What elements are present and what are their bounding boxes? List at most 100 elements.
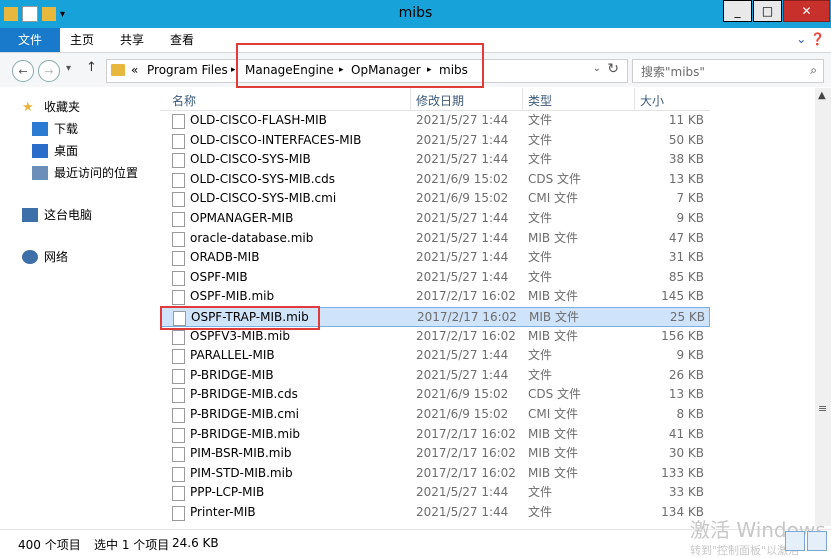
tiles-view-icon[interactable] — [807, 531, 827, 551]
breadcrumb-manageengine[interactable]: ManageEngine — [245, 63, 334, 77]
tab-file[interactable]: 文件 — [0, 28, 60, 52]
close-button[interactable]: ✕ — [783, 0, 830, 22]
nav-this-pc[interactable]: 这台电脑 — [22, 206, 92, 223]
file-icon — [172, 290, 185, 306]
breadcrumb-separator[interactable]: ▸ — [339, 65, 344, 75]
file-name: PPP-LCP-MIB — [190, 485, 265, 500]
search-input[interactable]: 搜索"mibs" — [641, 63, 705, 80]
file-type: CMI 文件 — [528, 406, 579, 421]
recent-chevron-icon[interactable]: ▾ — [66, 63, 71, 74]
forward-icon[interactable]: → — [38, 60, 60, 82]
file-date: 2021/5/27 1:44 — [416, 210, 509, 225]
table-row[interactable]: ORADB-MIB 2021/5/27 1:44 文件 31 KB — [160, 248, 710, 268]
up-icon[interactable]: ↑ — [86, 60, 97, 75]
help-icon[interactable]: ⌄ ❓ — [796, 32, 825, 46]
nav-network[interactable]: 网络 — [22, 248, 68, 265]
file-type: 文件 — [528, 250, 553, 265]
file-size: 26 KB — [668, 367, 704, 382]
table-row[interactable]: OPMANAGER-MIB 2021/5/27 1:44 文件 9 KB — [160, 209, 710, 229]
nav-favorites[interactable]: ★ 收藏夹 — [22, 98, 80, 115]
column-type[interactable]: 类型 — [528, 92, 552, 109]
breadcrumb-separator[interactable]: ▸ — [231, 65, 236, 75]
tab-share[interactable]: 共享 — [120, 28, 144, 52]
file-icon — [172, 172, 185, 188]
column-modified[interactable]: 修改日期 — [416, 92, 464, 109]
file-type: MIB 文件 — [528, 465, 578, 480]
table-row[interactable]: PIM-BSR-MIB.mib 2017/2/17 16:02 MIB 文件 30 K… — [160, 444, 710, 464]
breadcrumb-mibs[interactable]: mibs — [439, 63, 468, 77]
file-size: 41 KB — [668, 426, 704, 441]
file-icon — [172, 270, 185, 286]
file-icon — [172, 407, 185, 423]
file-size: 30 KB — [668, 446, 704, 461]
breadcrumb-overflow[interactable]: « — [131, 63, 138, 77]
file-date: 2021/6/9 15:02 — [416, 171, 509, 186]
file-date: 2017/2/17 16:02 — [416, 446, 516, 461]
table-row[interactable]: P-BRIDGE-MIB.cmi 2021/6/9 15:02 CMI 文件 8 KB — [160, 405, 710, 425]
file-size: 50 KB — [668, 132, 704, 147]
tab-home[interactable]: 主页 — [70, 28, 94, 52]
table-row[interactable]: PPP-LCP-MIB 2021/5/27 1:44 文件 33 KB — [160, 483, 710, 503]
file-name: P-BRIDGE-MIB.mib — [190, 426, 301, 441]
table-row[interactable]: OSPFV3-MIB.mib 2017/2/17 16:02 MIB 文件 156 K… — [160, 327, 710, 347]
file-date: 2021/5/27 1:44 — [416, 504, 509, 519]
column-divider[interactable] — [522, 88, 523, 110]
column-size[interactable]: 大小 — [640, 92, 664, 109]
breadcrumb-program-files[interactable]: Program Files — [147, 63, 228, 77]
file-name: OPMANAGER-MIB — [190, 210, 294, 225]
address-bar[interactable]: « Program Files ▸ ManageEngine ▸ OpManag… — [106, 59, 628, 83]
breadcrumb-separator[interactable]: ▸ — [427, 65, 432, 75]
table-row[interactable]: OLD-CISCO-SYS-MIB.cmi 2021/6/9 15:02 CMI 文… — [160, 189, 710, 209]
file-date: 2021/5/27 1:44 — [416, 250, 509, 265]
address-dropdown-icon[interactable]: ⌄ — [593, 63, 601, 74]
table-row[interactable]: P-BRIDGE-MIB 2021/5/27 1:44 文件 26 KB — [160, 366, 710, 386]
table-row[interactable]: PIM-STD-MIB.mib 2017/2/17 16:02 MIB 文件 133 … — [160, 464, 710, 484]
table-row[interactable]: OLD-CISCO-FLASH-MIB 2021/5/27 1:44 文件 11 KB — [160, 111, 710, 131]
download-icon — [32, 121, 48, 136]
back-icon[interactable]: ← — [12, 60, 34, 82]
table-row[interactable]: P-BRIDGE-MIB.cds 2021/6/9 15:02 CDS 文件 13 K… — [160, 385, 710, 405]
table-row[interactable]: OLD-CISCO-SYS-MIB.cds 2021/6/9 15:02 CDS 文… — [160, 170, 710, 190]
tab-view[interactable]: 查看 — [170, 28, 194, 52]
file-size: 8 KB — [676, 406, 704, 421]
breadcrumb-opmanager[interactable]: OpManager — [351, 63, 421, 77]
column-divider[interactable] — [634, 88, 635, 110]
nav-desktop[interactable]: 桌面 — [32, 142, 78, 159]
maximize-button[interactable]: □ — [753, 0, 782, 22]
file-icon — [172, 388, 185, 404]
table-row[interactable]: OSPF-TRAP-MIB.mib 2017/2/17 16:02 MIB 文件 25… — [160, 306, 710, 327]
file-name: OSPF-MIB.mib — [190, 289, 275, 304]
scroll-grip-icon[interactable]: ≡ — [818, 402, 827, 415]
file-name: OLD-CISCO-SYS-MIB.cds — [190, 171, 336, 186]
table-row[interactable]: OSPF-MIB 2021/5/27 1:44 文件 85 KB — [160, 268, 710, 288]
file-name: PIM-STD-MIB.mib — [190, 465, 293, 480]
nav-recent[interactable]: 最近访问的位置 — [32, 164, 138, 181]
table-row[interactable]: PARALLEL-MIB 2021/5/27 1:44 文件 9 KB — [160, 346, 710, 366]
scroll-up-icon[interactable]: ▲ — [818, 90, 826, 101]
file-type: MIB 文件 — [528, 328, 578, 343]
table-row[interactable]: oracle-database.mib 2021/5/27 1:44 MIB 文件 4… — [160, 229, 710, 249]
minimize-button[interactable]: _ — [723, 0, 752, 22]
table-row[interactable]: OLD-CISCO-INTERFACES-MIB 2021/5/27 1:44 文件… — [160, 131, 710, 151]
table-row[interactable]: Printer-MIB 2021/5/27 1:44 文件 134 KB — [160, 503, 710, 523]
file-icon — [172, 231, 185, 247]
vertical-scrollbar[interactable]: ▲ ≡ — [815, 88, 831, 526]
activation-watermark-hint: 转到"控制面板"以激活 — [690, 544, 800, 557]
file-name: P-BRIDGE-MIB — [190, 367, 274, 382]
column-divider[interactable] — [410, 88, 411, 110]
table-row[interactable]: P-BRIDGE-MIB.mib 2017/2/17 16:02 MIB 文件 41 … — [160, 425, 710, 445]
table-row[interactable]: OLD-CISCO-SYS-MIB 2021/5/27 1:44 文件 38 KB — [160, 150, 710, 170]
file-name: OSPF-TRAP-MIB.mib — [191, 309, 309, 324]
search-box[interactable]: 搜索"mibs" ⌕ — [632, 59, 824, 83]
search-icon[interactable]: ⌕ — [810, 63, 817, 78]
refresh-icon[interactable]: ↻ — [607, 61, 619, 77]
file-size: 13 KB — [668, 171, 704, 186]
nav-downloads[interactable]: 下载 — [32, 120, 78, 137]
nav-label: 这台电脑 — [44, 208, 93, 222]
details-view-icon[interactable] — [785, 531, 805, 551]
file-type: 文件 — [528, 113, 553, 127]
file-date: 2021/5/27 1:44 — [416, 367, 509, 382]
column-name[interactable]: 名称 — [172, 92, 196, 109]
table-row[interactable]: OSPF-MIB.mib 2017/2/17 16:02 MIB 文件 145 KB — [160, 287, 710, 307]
file-type: 文件 — [528, 152, 553, 167]
